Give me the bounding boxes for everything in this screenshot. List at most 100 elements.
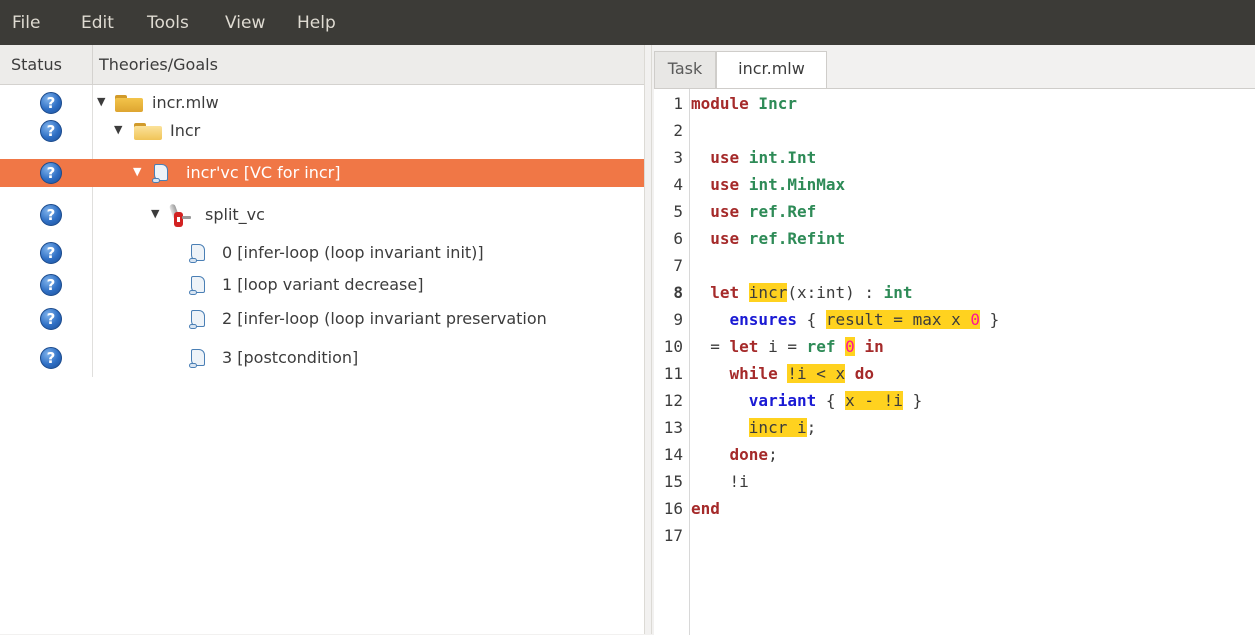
code-line-14: done; [691, 445, 778, 465]
module-name: Incr [748, 94, 797, 113]
code-line-5: use ref.Ref [691, 202, 816, 222]
tree-row-label: 1 [loop variant decrease] [222, 275, 424, 294]
highlighted-span: result = max x [825, 310, 971, 329]
tab-incr-mlw[interactable]: incr.mlw [716, 51, 827, 88]
keyword: use [691, 148, 740, 167]
line-number: 17 [663, 526, 683, 545]
line-number: 2 [673, 121, 683, 140]
code-editor[interactable]: 1 2 3 4 5 6 7 8 9 10 11 12 13 14 15 16 1… [654, 88, 1255, 635]
menu-help[interactable]: Help [297, 12, 336, 34]
line-number: 4 [673, 175, 683, 194]
code-span [778, 364, 788, 383]
menu-view[interactable]: View [225, 12, 265, 34]
code-span: (x:int) : [787, 283, 884, 302]
spec-keyword: variant [748, 391, 817, 410]
menu-edit[interactable]: Edit [81, 12, 114, 34]
highlighted-span: incr i [748, 418, 807, 437]
expand-arrow-icon[interactable]: ▼ [114, 122, 122, 138]
tree-row-goal-0[interactable]: ? 0 [infer-loop (loop invariant init)] [0, 239, 644, 267]
keyword: let [691, 283, 749, 302]
line-number-current: 8 [673, 283, 683, 302]
tree-row-label: Incr [170, 121, 201, 140]
proof-tree-panel: Status Theories/Goals ? ▼ incr.mlw ? ▼ I… [0, 45, 644, 634]
tree-row-label: incr'vc [VC for incr] [186, 163, 341, 182]
scroll-icon [189, 275, 207, 296]
scroll-icon [189, 309, 207, 330]
line-number: 13 [663, 418, 683, 437]
expand-arrow-icon[interactable]: ▼ [133, 164, 141, 180]
keyword: use [691, 229, 740, 248]
keyword: do [854, 364, 875, 383]
menu-file[interactable]: File [12, 12, 40, 34]
line-number: 6 [673, 229, 683, 248]
keyword: in [864, 337, 884, 356]
expand-arrow-icon[interactable]: ▼ [97, 94, 105, 110]
highlighted-span: x - !i [845, 391, 903, 410]
line-number: 15 [663, 472, 683, 491]
keyword: use [691, 175, 740, 194]
code-span: } [980, 310, 1000, 329]
question-icon: ? [40, 242, 62, 264]
code-line-10: = let i = ref 0 in [691, 337, 884, 357]
tree-row-goal-3[interactable]: ? 3 [postcondition] [0, 344, 644, 372]
module-path: int.MinMax [739, 175, 846, 194]
tree-row-label: 3 [postcondition] [222, 348, 359, 367]
code-line-3: use int.Int [691, 148, 816, 168]
code-line-9: ensures { result = max x 0 } [691, 310, 999, 330]
highlighted-number: 0 [970, 310, 981, 329]
code-line-15: !i [691, 472, 749, 492]
source-panel: Task incr.mlw 1 2 3 4 5 6 7 8 9 10 11 12… [652, 45, 1255, 635]
menu-tools[interactable]: Tools [147, 12, 189, 34]
function-name: ref [806, 337, 836, 356]
keyword: let [729, 337, 759, 356]
tree-row-goal-2[interactable]: ? 2 [infer-loop (loop invariant preserva… [0, 305, 644, 333]
scroll-icon [189, 348, 207, 369]
tab-task[interactable]: Task [654, 51, 716, 88]
keyword: end [691, 499, 720, 518]
code-span: i = [758, 337, 807, 356]
line-number: 12 [663, 391, 683, 410]
tree-row-label: incr.mlw [152, 93, 219, 112]
theories-goals-column-header[interactable]: Theories/Goals [93, 45, 644, 85]
keyword: done [729, 445, 769, 464]
question-icon: ? [40, 347, 62, 369]
question-icon: ? [40, 120, 62, 142]
question-icon: ? [40, 162, 62, 184]
code-line-8: let incr(x:int) : int [691, 283, 913, 303]
spec-keyword: ensures [729, 310, 797, 329]
keyword: use [691, 202, 740, 221]
highlighted-number: 0 [845, 337, 855, 356]
tree-row-label: split_vc [205, 205, 265, 224]
tree-row-incr-theory[interactable]: ? ▼ Incr [0, 117, 644, 145]
tree-row-split-vc[interactable]: ? ▼ split_vc [0, 201, 644, 229]
tree-row-incr-mlw[interactable]: ? ▼ incr.mlw [0, 89, 644, 117]
code-span: ; [806, 418, 817, 437]
module-path: ref.Ref [739, 202, 817, 221]
line-number: 5 [673, 202, 683, 221]
status-column-header[interactable]: Status [0, 45, 93, 85]
question-icon: ? [40, 204, 62, 226]
tree-row-label: 0 [infer-loop (loop invariant init)] [222, 243, 484, 262]
code-line-12: variant { x - !i } [691, 391, 922, 411]
pane-splitter[interactable] [644, 45, 652, 634]
code-span: } [902, 391, 923, 410]
question-icon: ? [40, 92, 62, 114]
tree-row-incr-vc[interactable]: ? ▼ incr'vc [VC for incr] [0, 159, 644, 187]
tree-row-goal-1[interactable]: ? 1 [loop variant decrease] [0, 271, 644, 299]
line-number: 11 [663, 364, 683, 383]
expand-arrow-icon[interactable]: ▼ [151, 206, 159, 222]
open-folder-icon [134, 123, 162, 140]
swiss-knife-icon [168, 203, 191, 227]
folder-icon [115, 95, 143, 112]
keyword: while [729, 364, 778, 383]
code-span [855, 337, 865, 356]
code-line-13: incr i; [691, 418, 816, 438]
question-icon: ? [40, 274, 62, 296]
module-path: ref.Refint [739, 229, 846, 248]
line-number: 1 [673, 94, 683, 113]
